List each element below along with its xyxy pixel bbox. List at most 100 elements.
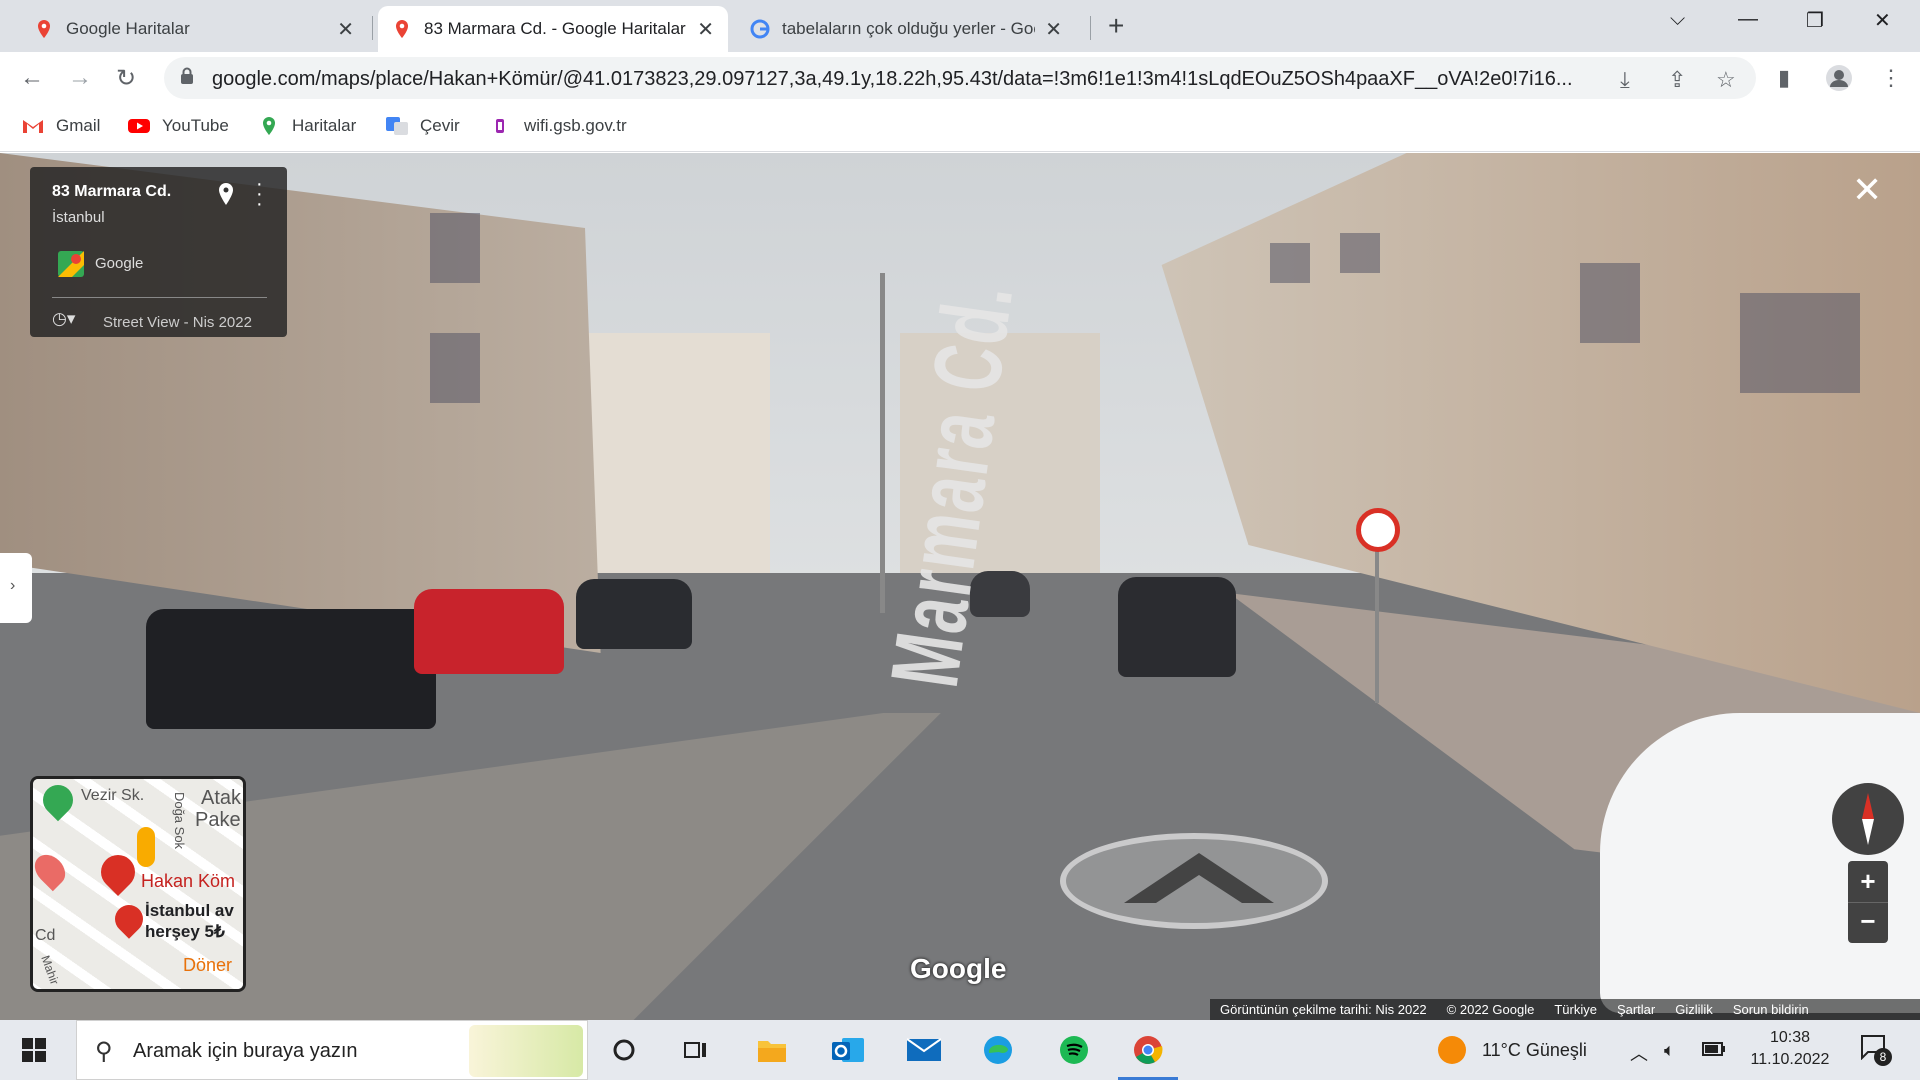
compass-control[interactable]: [1832, 783, 1904, 855]
compass-needle-south: [1862, 819, 1874, 845]
notification-center[interactable]: 8: [1860, 1034, 1892, 1066]
window: [430, 213, 480, 283]
bookmark-gmail[interactable]: Gmail: [22, 116, 100, 136]
restore-button[interactable]: ❐: [1806, 8, 1824, 33]
mail-icon[interactable]: [904, 1030, 944, 1070]
minimize-button[interactable]: —: [1738, 8, 1758, 31]
lock-icon[interactable]: [180, 67, 194, 85]
system-clock[interactable]: 10:38 11.10.2022: [1740, 1027, 1840, 1071]
back-button[interactable]: ←: [20, 64, 44, 92]
translate-icon: [386, 117, 408, 135]
close-streetview-icon[interactable]: ✕: [1852, 169, 1882, 211]
chrome-icon[interactable]: [1118, 1030, 1178, 1080]
spotify-icon[interactable]: [1054, 1030, 1094, 1070]
window: [1270, 243, 1310, 283]
side-panel-icon[interactable]: ▮: [1778, 65, 1790, 91]
footer-privacy-link[interactable]: Gizlilik: [1675, 1002, 1713, 1017]
tab-close-icon[interactable]: ✕: [697, 17, 714, 42]
install-icon[interactable]: ⤓: [1620, 67, 1630, 93]
bookmark-star-icon[interactable]: ☆: [1716, 67, 1736, 93]
tab-tabelalarin[interactable]: tabelaların çok olduğu yerler - Google ✕: [736, 6, 1076, 52]
maps-pin-icon: [392, 19, 412, 39]
more-options-icon[interactable]: · · ·: [256, 174, 263, 214]
bookmark-wifi-gsb[interactable]: wifi.gsb.gov.tr: [490, 116, 627, 136]
task-view-icon[interactable]: [676, 1030, 716, 1070]
mini-map[interactable]: Vezir Sk. Doğa Sok Atak Pake Hakan Köm İ…: [30, 776, 246, 992]
tab-label: 83 Marmara Cd. - Google Haritalar: [424, 19, 686, 38]
pegman-icon[interactable]: [137, 827, 155, 867]
sun-weather-icon[interactable]: [1438, 1036, 1466, 1064]
footer-report-link[interactable]: Sorun bildirin: [1733, 1002, 1809, 1017]
browser-toolbar: ← → ↻ google.com/maps/place/Hakan+Kömür/…: [0, 52, 1920, 104]
windows-start-icon[interactable]: [22, 1038, 46, 1067]
close-window-button[interactable]: ✕: [1874, 8, 1891, 33]
search-highlight-art: [469, 1025, 583, 1077]
search-icon: ⚲: [95, 1038, 113, 1065]
place-title[interactable]: 83 Marmara Cd.: [52, 183, 171, 201]
divider: [52, 297, 267, 298]
file-explorer-icon[interactable]: [752, 1030, 792, 1070]
tab-google-haritalar[interactable]: Google Haritalar ✕: [20, 6, 368, 52]
clock-time: 10:38: [1769, 1029, 1811, 1046]
taskbar: ⚲ Aramak için buraya yazın 11°C Güneşli …: [0, 1020, 1920, 1080]
window: [1340, 233, 1380, 273]
share-icon[interactable]: ⇪: [1668, 67, 1686, 93]
zoom-controls: + −: [1848, 861, 1888, 943]
menu-kebab-icon[interactable]: ⋮: [1880, 65, 1902, 91]
street-view-panorama[interactable]: Marmara Cd. 83 Marmara Cd. İstanbul · · · …: [0, 153, 1920, 1020]
window: [1580, 263, 1640, 343]
move-forward-arrow[interactable]: [1124, 853, 1274, 909]
history-clock-icon[interactable]: ◷▾: [52, 309, 75, 329]
zoom-in-button[interactable]: +: [1848, 861, 1888, 902]
parked-car: [1118, 577, 1236, 677]
tab-close-icon[interactable]: ✕: [337, 17, 354, 42]
gmail-icon: [22, 117, 44, 135]
battery-icon[interactable]: [1702, 1040, 1726, 1061]
place-info-card: 83 Marmara Cd. İstanbul · · · Google ◷▾ St…: [30, 167, 287, 337]
map-label: herşey 5₺: [145, 922, 225, 941]
weather-text[interactable]: 11°C Güneşli: [1482, 1040, 1587, 1061]
street-lamp: [880, 273, 885, 613]
taskbar-search-box[interactable]: ⚲ Aramak için buraya yazın: [76, 1020, 588, 1080]
streetview-date[interactable]: Street View - Nis 2022: [103, 314, 252, 331]
tab-close-icon[interactable]: ✕: [1045, 17, 1062, 42]
window: [1740, 293, 1860, 393]
expand-sidebar-handle[interactable]: ›: [0, 553, 32, 623]
edge-icon[interactable]: [978, 1030, 1018, 1070]
cortana-icon[interactable]: [604, 1030, 644, 1070]
no-right-turn-sign: [1356, 508, 1400, 552]
provider-label: Google: [95, 255, 144, 272]
youtube-icon: [128, 117, 150, 135]
volume-icon[interactable]: 🔈︎: [1664, 1040, 1675, 1061]
tab-search-chevron-icon[interactable]: ⌵: [1670, 8, 1685, 31]
tab-strip: Google Haritalar ✕ 83 Marmara Cd. - Goog…: [0, 0, 1920, 52]
footer-country[interactable]: Türkiye: [1554, 1002, 1597, 1017]
footer-terms-link[interactable]: Şartlar: [1617, 1002, 1655, 1017]
show-hidden-icons-chevron-icon[interactable]: ︿: [1630, 1040, 1648, 1066]
sign-pole: [1375, 533, 1379, 703]
profile-avatar[interactable]: [1826, 65, 1852, 97]
location-pin-icon[interactable]: [218, 183, 234, 210]
zoom-out-button[interactable]: −: [1848, 902, 1888, 943]
bookmark-youtube[interactable]: YouTube: [128, 116, 229, 136]
outlook-icon[interactable]: [828, 1030, 868, 1070]
address-bar[interactable]: google.com/maps/place/Hakan+Kömür/@41.01…: [164, 57, 1756, 99]
new-tab-button[interactable]: +: [1108, 10, 1124, 42]
bookmarks-bar: Gmail YouTube Haritalar Çevir wifi.gsb.g…: [0, 104, 1920, 152]
place-city: İstanbul: [52, 209, 105, 226]
parked-car: [576, 579, 692, 649]
parked-car: [414, 589, 564, 674]
capture-date: Görüntünün çekilme tarihi: Nis 2022: [1220, 1002, 1427, 1017]
tab-83-marmara[interactable]: 83 Marmara Cd. - Google Haritalar ✕: [378, 6, 728, 52]
maps-icon: [258, 117, 280, 135]
notification-count-badge: 8: [1874, 1048, 1892, 1066]
google-watermark: Google: [910, 953, 1007, 984]
url-text[interactable]: google.com/maps/place/Hakan+Kömür/@41.01…: [212, 68, 1612, 91]
forward-button[interactable]: →: [68, 64, 92, 92]
reload-button[interactable]: ↻: [116, 64, 136, 93]
tab-separator: [372, 16, 373, 40]
map-footer: Görüntünün çekilme tarihi: Nis 2022 © 20…: [1210, 999, 1920, 1020]
google-maps-logo-icon: [58, 251, 84, 277]
bookmark-haritalar[interactable]: Haritalar: [258, 116, 356, 136]
bookmark-cevir[interactable]: Çevir: [386, 116, 460, 136]
